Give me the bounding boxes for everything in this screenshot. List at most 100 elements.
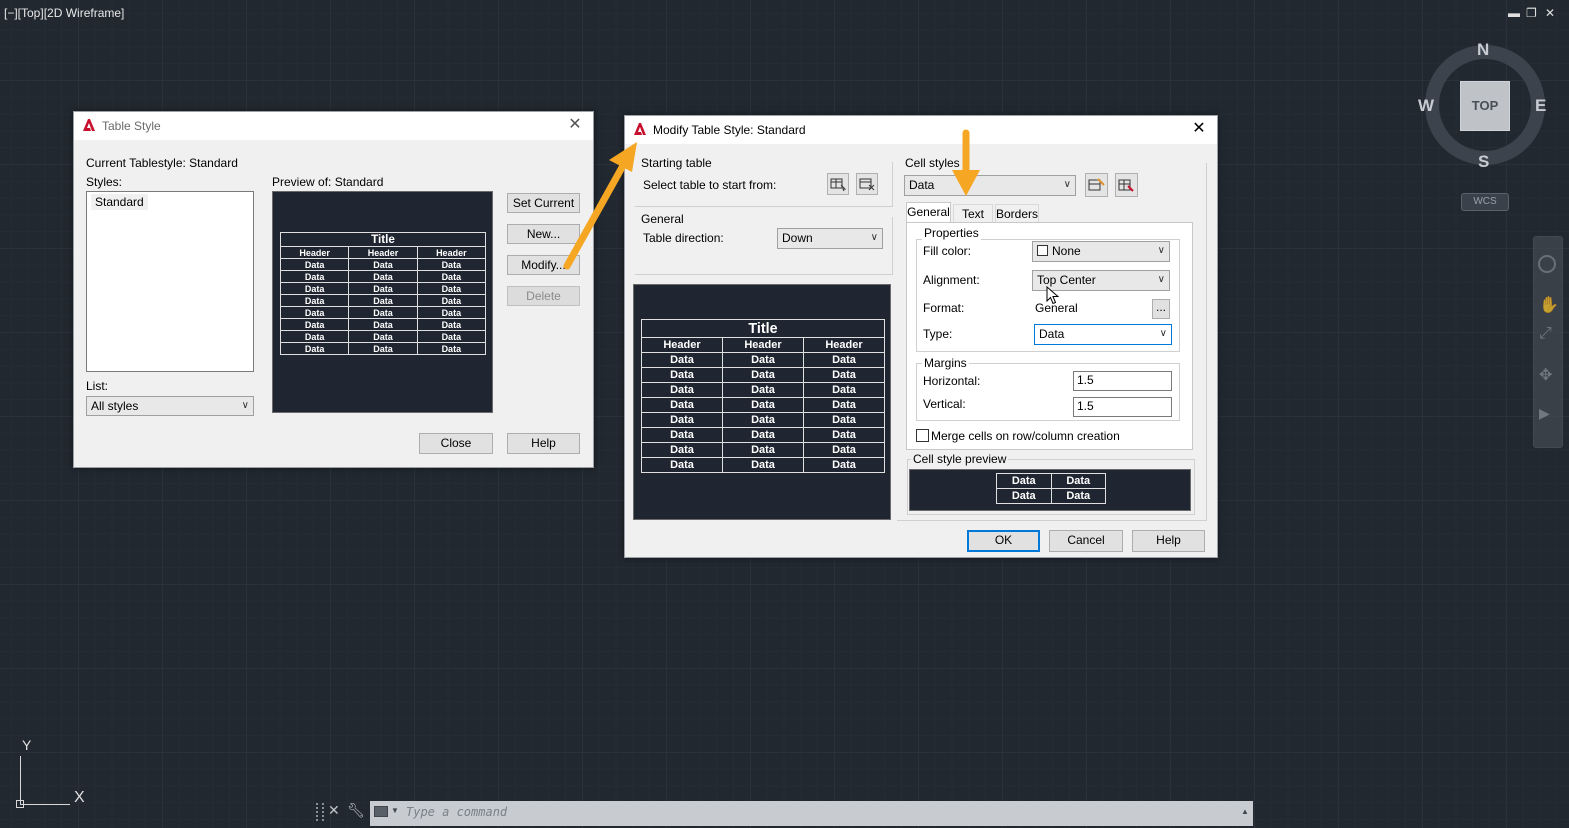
preview-data-cell: Data [279,330,350,343]
zoom-icon[interactable]: ⤢ [1539,325,1552,343]
recent-commands-chevron-icon[interactable]: ▼ [391,806,399,815]
chevron-down-icon: ∨ [870,232,878,243]
preview-data-cell: Data [641,367,723,383]
viewcube-top-face[interactable]: TOP [1460,81,1510,131]
type-select[interactable]: Data ∨ [1034,324,1172,345]
modify-button[interactable]: Modify... [507,255,580,275]
tab-general[interactable]: General [906,202,951,223]
cell-preview-cell: Data [996,488,1052,504]
preview-data-cell: Data [416,330,487,343]
vertical-margin-input[interactable]: 1.5 [1073,397,1172,417]
command-input[interactable]: Type a command [406,805,507,819]
styles-label: Styles: [86,175,123,189]
preview-data-cell: Data [348,306,418,319]
styles-listbox[interactable]: Standard [86,191,254,372]
preview-data-cell: Data [348,258,418,271]
new-button[interactable]: New... [507,224,580,244]
preview-data-cell: Data [279,342,350,355]
table-style-close-icon[interactable]: ✕ [565,116,585,136]
table-style-titlebar[interactable]: Table Style ✕ [74,112,593,140]
ucs-y-axis [20,756,21,804]
preview-data-cell: Data [416,318,487,331]
fill-color-value: None [1052,244,1081,258]
command-history-icon[interactable]: ▲ [1241,807,1249,816]
delete-button[interactable]: Delete [507,286,580,306]
manage-cell-styles-icon[interactable] [1115,173,1138,197]
pan-icon[interactable]: ✋ [1539,295,1559,315]
customize-wrench-icon[interactable]: 🔧︎ [347,802,365,819]
table-style-title: Table Style [102,119,161,133]
horizontal-margin-input[interactable]: 1.5 [1073,371,1172,391]
modify-help-button[interactable]: Help [1132,530,1205,552]
list-label: List: [86,379,109,393]
ok-button[interactable]: OK [967,530,1040,552]
create-cell-style-icon[interactable] [1085,173,1108,197]
type-value: Data [1039,327,1065,341]
preview-data-cell: Data [803,442,885,458]
preview-data-cell: Data [348,270,418,283]
preview-title-cell: Title [280,232,486,247]
cell-style-select[interactable]: Data ∨ [904,175,1076,196]
cell-preview-cell: Data [1050,488,1106,504]
tab-borders[interactable]: Borders [995,204,1039,223]
modify-close-icon[interactable]: ✕ [1189,120,1209,140]
command-grip[interactable] [316,803,324,821]
preview-data-cell: Data [722,352,804,368]
remove-table-icon[interactable] [856,173,878,195]
showmotion-icon[interactable]: ▶ [1539,405,1550,422]
table-direction-label: Table direction: [643,231,724,245]
minimize-icon[interactable]: ▬ [1508,6,1520,20]
cancel-button[interactable]: Cancel [1049,530,1123,552]
chevron-down-icon: ∨ [1063,179,1071,190]
help-button[interactable]: Help [507,433,580,454]
format-label: Format: [923,301,965,315]
modify-titlebar[interactable]: Modify Table Style: Standard ✕ [625,116,1217,144]
ucs-x-label: X [74,789,85,806]
modify-preview-table: Title Header Header Header Data Data Data Data D… [641,319,885,473]
orbit-icon[interactable]: ✥ [1539,365,1552,385]
autocad-logo-icon [83,119,95,131]
preview-data-cell: Data [348,318,418,331]
select-table-icon[interactable] [827,173,849,195]
set-current-button[interactable]: Set Current [507,193,580,213]
table-direction-select[interactable]: Down ∨ [777,228,883,249]
preview-header-cell: Header [416,246,487,259]
modify-table-preview: Title Header Header Header Data Data Data Data D… [633,284,891,520]
starting-table-label: Starting table [641,156,714,170]
autocad-logo-icon [634,123,646,135]
fill-color-select[interactable]: None ∨ [1032,241,1170,262]
cell-preview-cell: Data [996,473,1052,489]
preview-data-cell: Data [279,294,350,307]
preview-data-cell: Data [641,412,723,428]
wcs-menu[interactable]: WCS [1461,193,1509,211]
steering-wheel-icon[interactable] [1538,255,1556,273]
preview-data-cell: Data [641,382,723,398]
modify-title: Modify Table Style: Standard [653,123,806,137]
alignment-label: Alignment: [923,273,980,287]
margins-label: Margins [922,356,969,370]
style-item-standard[interactable]: Standard [91,194,148,210]
properties-label: Properties [922,226,981,240]
type-label: Type: [923,327,953,341]
preview-data-cell: Data [279,306,350,319]
close-button[interactable]: Close [419,433,493,454]
modify-table-style-dialog: Modify Table Style: Standard ✕ Starting … [624,115,1218,558]
merge-cells-checkbox[interactable] [916,429,929,442]
list-filter-select[interactable]: All styles ∨ [86,396,254,416]
command-prompt-icon[interactable] [374,806,388,817]
preview-data-cell: Data [348,282,418,295]
compass-south[interactable]: S [1478,152,1489,172]
compass-east[interactable]: E [1535,96,1546,116]
format-browse-button[interactable]: ... [1152,299,1170,319]
preview-header-cell: Header [279,246,350,259]
compass-north[interactable]: N [1477,40,1489,60]
preview-data-cell: Data [348,294,418,307]
close-icon[interactable]: ✕ [1545,6,1555,20]
tab-text[interactable]: Text [953,204,993,223]
command-close-icon[interactable]: ✕ [328,802,340,819]
cell-preview-label: Cell style preview [911,452,1009,466]
compass-west[interactable]: W [1418,96,1434,116]
restore-icon[interactable]: ❐ [1526,6,1537,20]
chevron-down-icon: ∨ [1157,245,1165,256]
viewport-label[interactable]: [−][Top][2D Wireframe] [4,6,124,20]
